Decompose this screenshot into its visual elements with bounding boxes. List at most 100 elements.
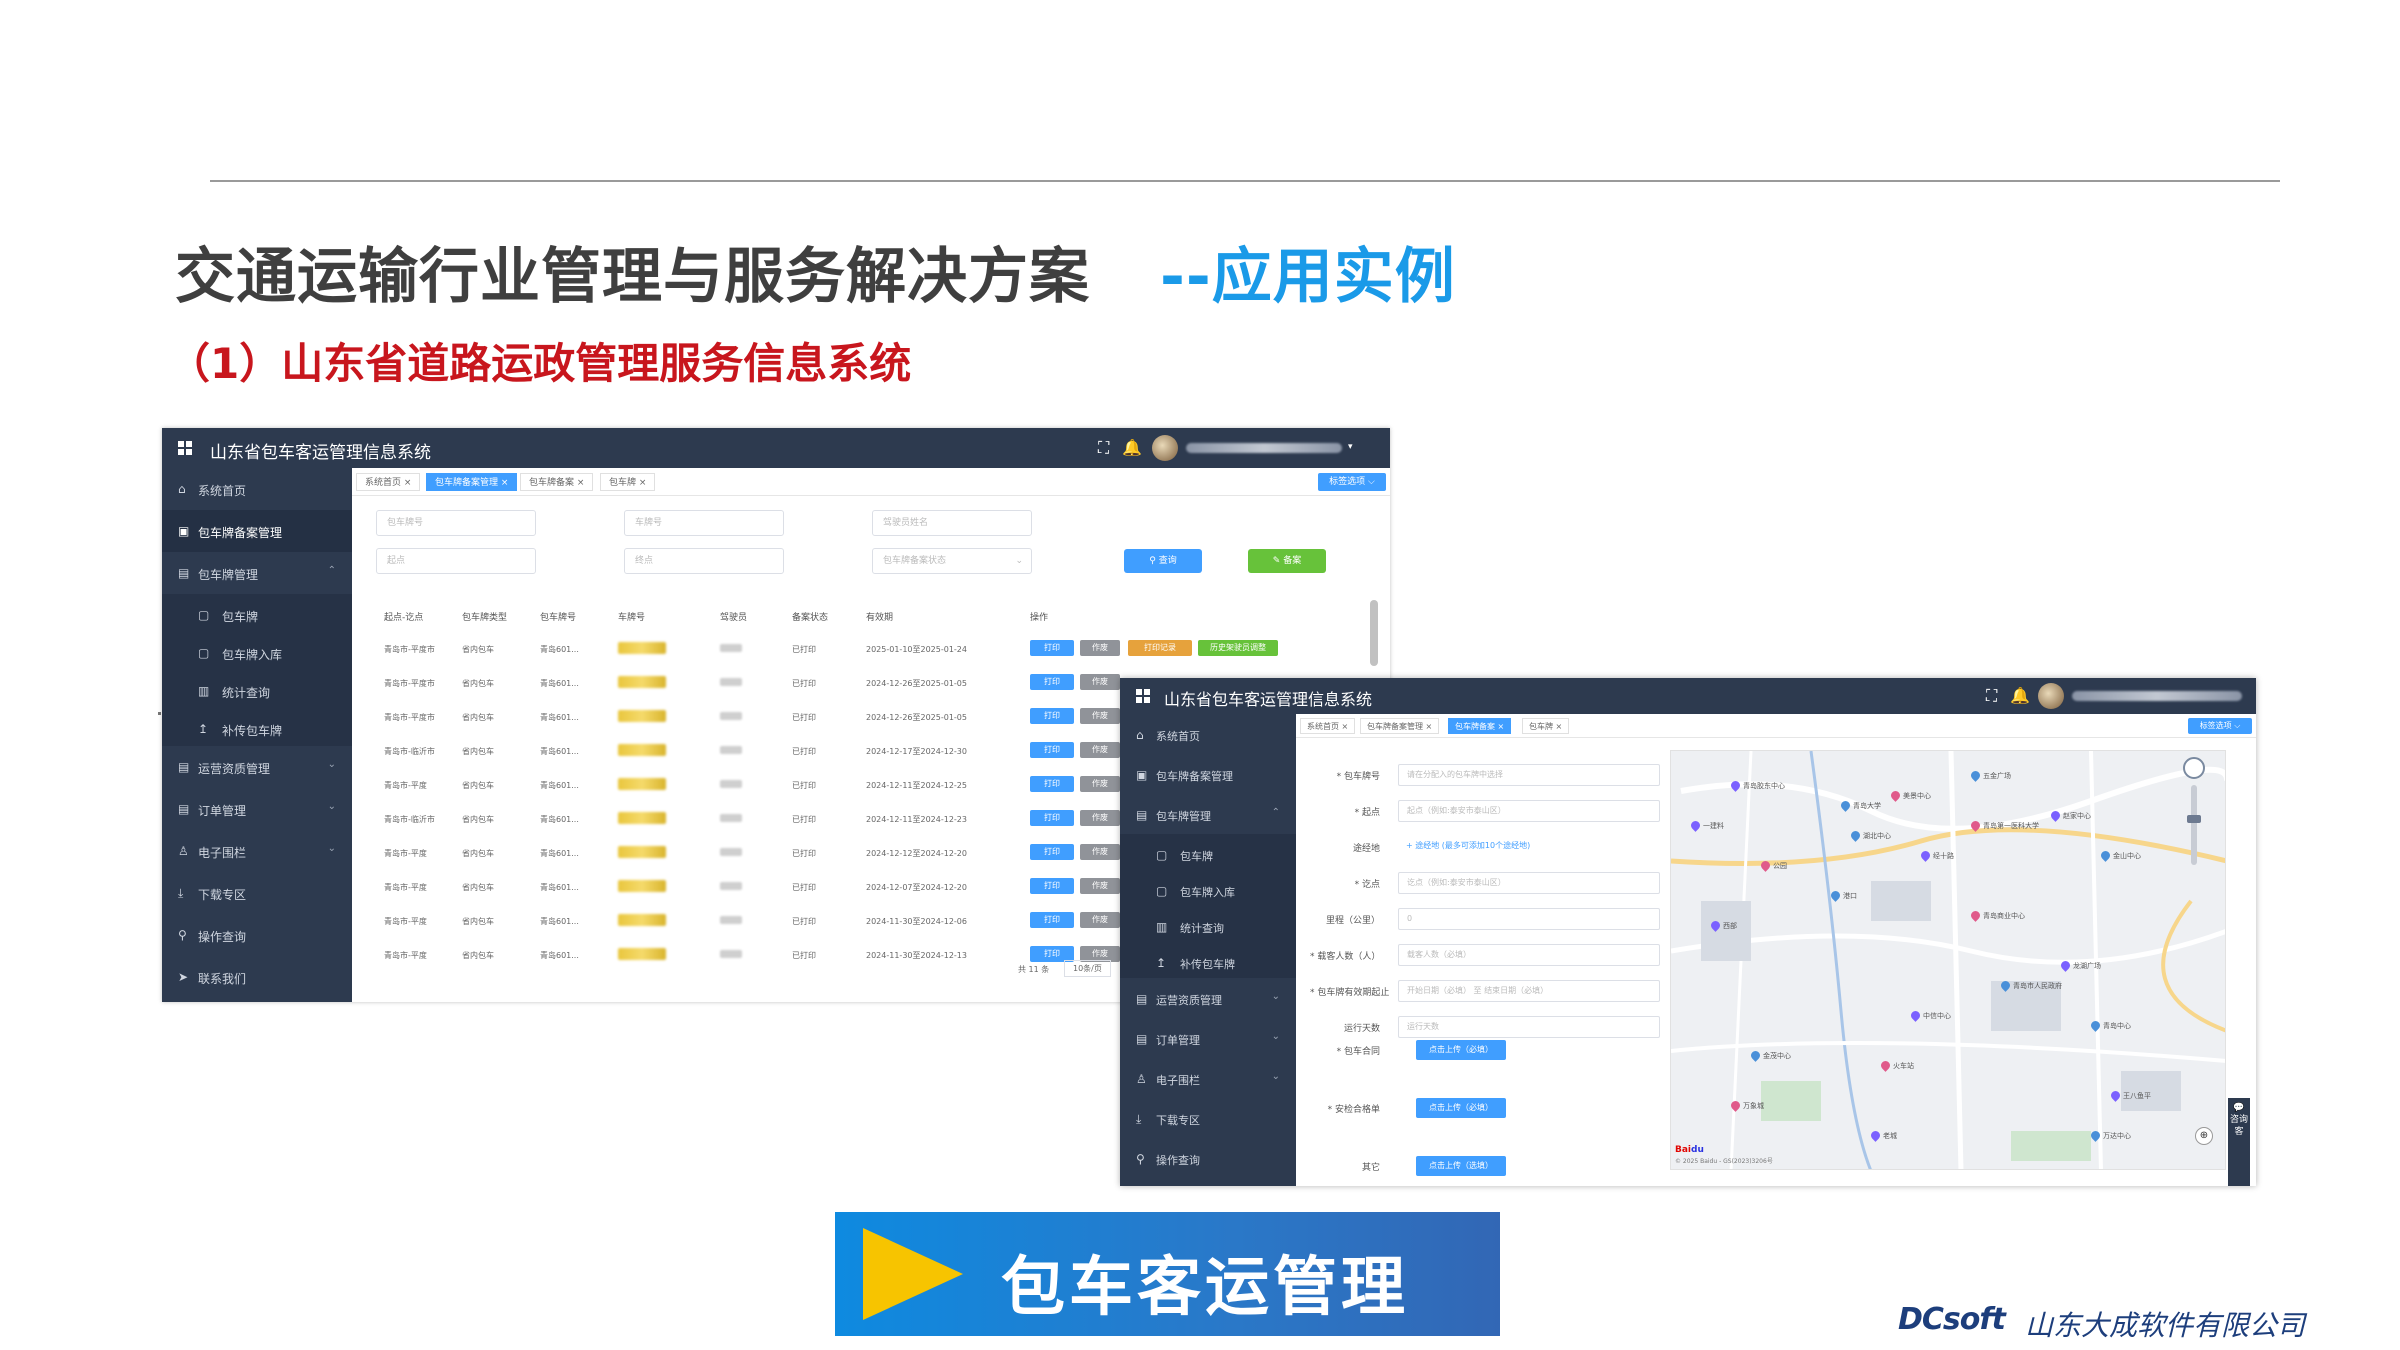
form-input[interactable]: 开始日期（必填） 至 结束日期（必填） bbox=[1398, 980, 1660, 1002]
tab-home[interactable]: 系统首页 × bbox=[1300, 718, 1356, 734]
app-grid-icon[interactable] bbox=[1136, 689, 1150, 703]
driver-name-input[interactable]: 驾驶员姓名 bbox=[872, 510, 1032, 536]
tab-options-dropdown[interactable]: 标签选项 ⌵ bbox=[1318, 473, 1386, 491]
feature-banner: 包车客运管理 bbox=[835, 1212, 1500, 1336]
form-input[interactable]: 讫点（例如:泰安市泰山区） bbox=[1398, 872, 1660, 894]
search-button[interactable]: ⚲ 查询 bbox=[1124, 549, 1202, 573]
form-input[interactable]: 运行天数 bbox=[1398, 1016, 1660, 1038]
sidebar-item-plate[interactable]: ▢ 包车牌 bbox=[1120, 834, 1296, 870]
print-record-button[interactable]: 打印记录 bbox=[1128, 640, 1192, 656]
sidebar-item-plate-manage[interactable]: ▤ 包车牌管理 ⌃ bbox=[1120, 794, 1296, 834]
sidebar-item-downloads[interactable]: ⤓ 下载专区 bbox=[162, 872, 352, 914]
sidebar-item-qualification[interactable]: ▤ 运营资质管理 ⌄ bbox=[1120, 978, 1296, 1018]
tab-plate[interactable]: 包车牌 × bbox=[600, 473, 656, 491]
upload-other-button[interactable]: 点击上传（选填） bbox=[1416, 1156, 1506, 1176]
compass-icon[interactable] bbox=[2183, 757, 2205, 779]
fullscreen-icon[interactable]: ⛶ bbox=[1986, 686, 1997, 706]
origin-input[interactable]: 起点 bbox=[376, 548, 536, 574]
void-button[interactable]: 作废 bbox=[1080, 878, 1120, 894]
sidebar-item-plate-manage[interactable]: ▤ 包车牌管理 ⌃ bbox=[162, 552, 352, 594]
slide-title-accent: --应用实例 bbox=[1160, 242, 1456, 312]
slide-subtitle: （1）山东省道路运政管理服务信息系统 bbox=[168, 339, 912, 388]
column-header: 备案状态 bbox=[792, 613, 829, 623]
sidebar-item-orders[interactable]: ▤ 订单管理 ⌄ bbox=[1120, 1018, 1296, 1058]
upload-safety-check-button[interactable]: 点击上传（必填） bbox=[1416, 1098, 1506, 1118]
avatar[interactable] bbox=[2038, 683, 2064, 709]
chevron-down-icon[interactable]: ▾ bbox=[1348, 442, 1353, 452]
sidebar-item-reupload[interactable]: ↥ 补传包车牌 bbox=[162, 708, 352, 746]
print-button[interactable]: 打印 bbox=[1030, 674, 1074, 690]
print-button[interactable]: 打印 bbox=[1030, 912, 1074, 928]
print-button[interactable]: 打印 bbox=[1030, 742, 1074, 758]
void-button[interactable]: 作废 bbox=[1080, 912, 1120, 928]
tab-home[interactable]: 系统首页 × bbox=[356, 473, 421, 491]
consult-button[interactable]: 💬 咨询客 bbox=[2228, 1098, 2250, 1186]
list-icon: ▤ bbox=[1136, 808, 1148, 822]
fullscreen-icon[interactable]: ⛶ bbox=[1098, 438, 1109, 458]
print-button[interactable]: 打印 bbox=[1030, 640, 1074, 656]
tab-plate-record[interactable]: 包车牌备案 × bbox=[520, 473, 594, 491]
sidebar-item-operation-query[interactable]: ⚲ 操作查询 bbox=[162, 914, 352, 956]
sidebar-item-plate-stock[interactable]: ▢ 包车牌入库 bbox=[162, 632, 352, 670]
sidebar-item-statistics[interactable]: ▥ 统计查询 bbox=[1120, 906, 1296, 942]
sidebar-item-geofence[interactable]: ♙ 电子围栏 ⌄ bbox=[1120, 1058, 1296, 1098]
print-button[interactable]: 打印 bbox=[1030, 878, 1074, 894]
table-scrollbar[interactable] bbox=[1370, 600, 1378, 666]
sidebar-item-geofence[interactable]: ♙ 电子围栏 ⌄ bbox=[162, 830, 352, 872]
page-size-select[interactable]: 10条/页 bbox=[1064, 960, 1111, 977]
tab-options-dropdown[interactable]: 标签选项 ⌵ bbox=[2188, 718, 2252, 734]
app-grid-icon[interactable] bbox=[178, 441, 192, 455]
form-input[interactable]: + 途经地 (最多可添加10个途经地) bbox=[1398, 836, 1660, 858]
void-button[interactable]: 作废 bbox=[1080, 810, 1120, 826]
zoom-handle[interactable] bbox=[2187, 815, 2201, 823]
sidebar-item-orders[interactable]: ▤ 订单管理 ⌄ bbox=[162, 788, 352, 830]
sidebar-item-statistics[interactable]: ▥ 统计查询 bbox=[162, 670, 352, 708]
app1-header: 山东省包车客运管理信息系统 ⛶ 🔔 ▾ bbox=[162, 428, 1390, 468]
void-button[interactable]: 作废 bbox=[1080, 844, 1120, 860]
bell-icon[interactable]: 🔔 bbox=[2010, 686, 2030, 705]
form-input[interactable]: 起点（例如:泰安市泰山区） bbox=[1398, 800, 1660, 822]
void-button[interactable]: 作废 bbox=[1080, 776, 1120, 792]
sidebar-item-home[interactable]: ⌂ 系统首页 bbox=[1120, 714, 1296, 754]
sidebar-item-plate[interactable]: ▢ 包车牌 bbox=[162, 594, 352, 632]
destination-input[interactable]: 终点 bbox=[624, 548, 784, 574]
map-zoom-control[interactable] bbox=[2183, 757, 2205, 877]
sidebar-item-operation-query[interactable]: ⚲ 操作查询 bbox=[1120, 1138, 1296, 1178]
status-select[interactable]: 包车牌备案状态 ⌄ bbox=[872, 548, 1032, 574]
sidebar-item-plate-record[interactable]: ▣ 包车牌备案管理 bbox=[162, 510, 352, 552]
print-button[interactable]: 打印 bbox=[1030, 776, 1074, 792]
form-input[interactable]: 0 bbox=[1398, 908, 1660, 930]
table-cell: 省内包车 bbox=[462, 917, 494, 926]
record-button[interactable]: ✎ 备案 bbox=[1248, 549, 1326, 573]
sidebar-item-contact[interactable]: ➤ 联系我们 bbox=[162, 956, 352, 998]
locate-icon[interactable]: ⊕ bbox=[2195, 1127, 2213, 1145]
zoom-slider[interactable] bbox=[2187, 785, 2201, 865]
sidebar-item-reupload[interactable]: ↥ 补传包车牌 bbox=[1120, 942, 1296, 978]
sidebar-item-plate-record[interactable]: ▣ 包车牌备案管理 bbox=[1120, 754, 1296, 794]
void-button[interactable]: 作废 bbox=[1080, 640, 1120, 656]
avatar[interactable] bbox=[1152, 435, 1178, 461]
sidebar-item-plate-stock[interactable]: ▢ 包车牌入库 bbox=[1120, 870, 1296, 906]
sidebar-item-downloads[interactable]: ⤓ 下载专区 bbox=[1120, 1098, 1296, 1138]
plate-no-input[interactable]: 包车牌号 bbox=[376, 510, 536, 536]
void-button[interactable]: 作废 bbox=[1080, 674, 1120, 690]
tab-plate-record-manage[interactable]: 包车牌备案管理 × bbox=[1360, 718, 1440, 734]
form-input[interactable]: 载客人数（必填） bbox=[1398, 944, 1660, 966]
tab-plate-record-manage[interactable]: 包车牌备案管理 × bbox=[426, 473, 518, 491]
bell-icon[interactable]: 🔔 bbox=[1122, 438, 1142, 457]
tab-plate[interactable]: 包车牌 × bbox=[1522, 718, 1570, 734]
upload-contract-button[interactable]: 点击上传（必填） bbox=[1416, 1040, 1506, 1060]
route-map[interactable]: 青岛胶东中心 青岛大学 美景中心 五金广场 一建料 青岛第一医科大学 湖北中心 经十路 赵家中心… bbox=[1670, 750, 2226, 1170]
sidebar-item-home[interactable]: ⌂ 系统首页 bbox=[162, 468, 352, 510]
print-button[interactable]: 打印 bbox=[1030, 810, 1074, 826]
print-button[interactable]: 打印 bbox=[1030, 708, 1074, 724]
void-button[interactable]: 作废 bbox=[1080, 742, 1120, 758]
tab-plate-record[interactable]: 包车牌备案 × bbox=[1448, 718, 1512, 734]
vehicle-no-input[interactable]: 车牌号 bbox=[624, 510, 784, 536]
form-input[interactable]: 请在分配入的包车牌中选择 bbox=[1398, 764, 1660, 786]
print-button[interactable]: 打印 bbox=[1030, 844, 1074, 860]
sidebar-item-qualification[interactable]: ▤ 运营资质管理 ⌄ bbox=[162, 746, 352, 788]
table-cell: 已打印 bbox=[792, 747, 816, 756]
void-button[interactable]: 作废 bbox=[1080, 708, 1120, 724]
history-driver-button[interactable]: 历史架驶员调整 bbox=[1198, 640, 1278, 656]
